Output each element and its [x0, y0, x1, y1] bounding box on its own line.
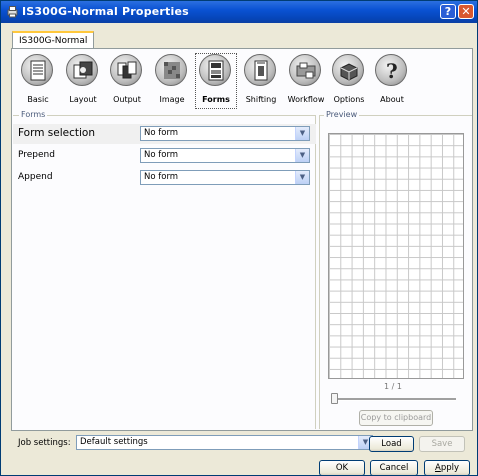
- image-icon: [155, 54, 187, 86]
- job-settings-value: Default settings: [80, 437, 148, 447]
- options-icon: [332, 54, 364, 86]
- toolbar-item-about[interactable]: ? About: [371, 53, 413, 109]
- chevron-down-icon[interactable]: ▼: [295, 171, 309, 184]
- append-row: Append No form ▼: [13, 168, 316, 188]
- ok-button[interactable]: OK: [319, 460, 365, 476]
- load-button[interactable]: Load: [369, 436, 414, 452]
- cancel-button[interactable]: Cancel: [370, 460, 418, 476]
- help-button[interactable]: ?: [440, 4, 456, 19]
- preview-group-label: Preview: [324, 110, 360, 119]
- toolbar-item-shifting[interactable]: Shifting: [240, 53, 282, 109]
- chevron-down-icon[interactable]: ▼: [295, 127, 309, 140]
- apply-button[interactable]: Apply: [424, 460, 470, 476]
- toolbar-item-output[interactable]: Output: [106, 53, 148, 109]
- about-icon: ?: [375, 54, 407, 86]
- title-bar[interactable]: IS300G-Normal Properties ? ✕: [1, 1, 477, 23]
- window-title: IS300G-Normal Properties: [22, 5, 189, 18]
- page-indicator: 1 / 1: [384, 382, 402, 391]
- toolbar-item-basic[interactable]: Basic: [17, 53, 59, 109]
- prepend-dropdown[interactable]: No form ▼: [140, 148, 310, 163]
- toolbar-item-options[interactable]: Options: [328, 53, 370, 109]
- forms-group-label: Forms: [19, 110, 48, 119]
- prepend-value: No form: [144, 150, 179, 160]
- forms-icon: [199, 54, 231, 86]
- tab-is300g-normal[interactable]: IS300G-Normal: [12, 31, 95, 49]
- properties-panel: Basic Layout Output Image Forms Shifting…: [11, 48, 473, 431]
- shifting-icon: [244, 54, 276, 86]
- preview-group: Preview 1 / 1 Copy to clipboard: [319, 110, 472, 429]
- page-slider-track[interactable]: [336, 398, 456, 401]
- prepend-label: Prepend: [18, 150, 55, 160]
- append-value: No form: [144, 172, 179, 182]
- printer-icon: [7, 6, 18, 18]
- chevron-down-icon[interactable]: ▼: [295, 149, 309, 162]
- prepend-row: Prepend No form ▼: [13, 146, 316, 166]
- layout-icon: [66, 54, 98, 86]
- toolbar-item-layout[interactable]: Layout: [62, 53, 104, 109]
- apply-label-rest: pply: [440, 463, 459, 473]
- save-button[interactable]: Save: [419, 436, 465, 452]
- close-button[interactable]: ✕: [458, 4, 474, 19]
- workflow-icon: [289, 54, 321, 86]
- output-icon: [110, 54, 142, 86]
- document-icon: [21, 54, 53, 86]
- category-toolbar: Basic Layout Output Image Forms Shifting…: [12, 49, 472, 112]
- form-selection-row: Form selection No form ▼: [13, 124, 316, 144]
- toolbar-item-forms[interactable]: Forms: [195, 53, 237, 109]
- copy-to-clipboard-button[interactable]: Copy to clipboard: [359, 410, 433, 426]
- append-label: Append: [18, 172, 53, 182]
- properties-window: IS300G-Normal Properties ? ✕ IS300G-Norm…: [0, 0, 478, 476]
- svg-text:?: ?: [386, 60, 398, 82]
- form-selection-dropdown[interactable]: No form ▼: [140, 126, 310, 141]
- toolbar-label: About: [380, 95, 404, 104]
- page-slider-thumb[interactable]: [331, 393, 338, 404]
- form-selection-label: Form selection: [18, 127, 95, 139]
- toolbar-item-workflow[interactable]: Workflow: [285, 53, 327, 109]
- preview-grid: [328, 133, 464, 379]
- forms-group: Forms Form selection No form ▼ Prepend N…: [13, 110, 316, 429]
- append-dropdown[interactable]: No form ▼: [140, 170, 310, 185]
- toolbar-item-image[interactable]: Image: [151, 53, 193, 109]
- job-settings-dropdown[interactable]: Default settings ▼: [76, 435, 373, 450]
- form-selection-value: No form: [144, 128, 179, 138]
- job-settings-label: Job settings:: [18, 438, 71, 448]
